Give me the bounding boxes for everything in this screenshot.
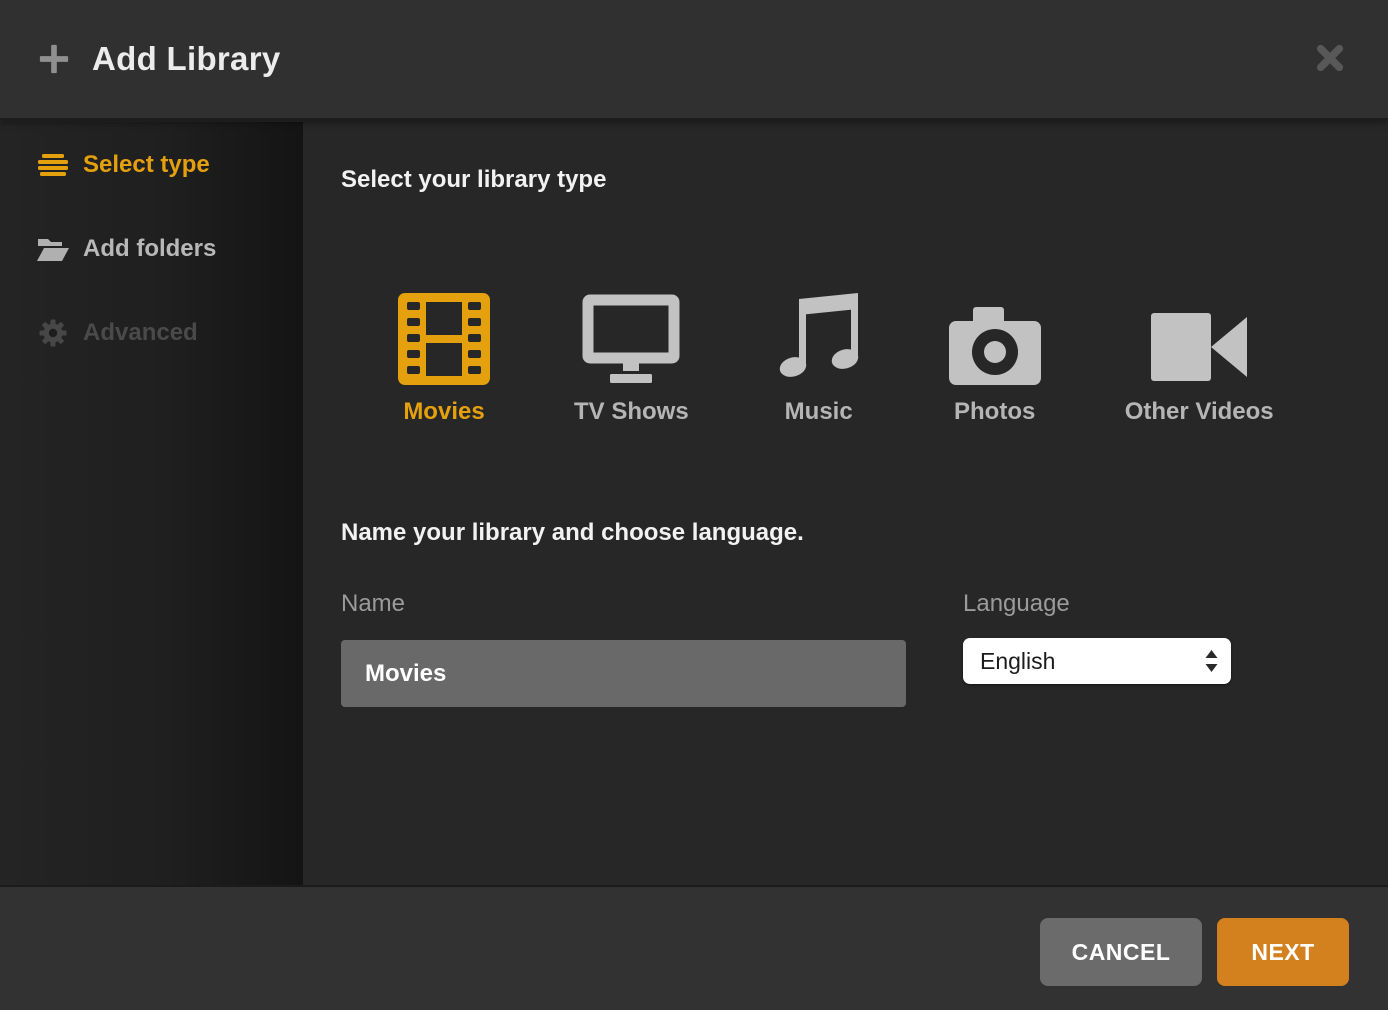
close-icon bbox=[1316, 44, 1344, 75]
list-lines-icon bbox=[36, 154, 70, 176]
tv-icon bbox=[581, 293, 681, 385]
camera-icon bbox=[949, 293, 1041, 385]
wizard-sidebar: Select type Add folders bbox=[0, 122, 303, 885]
language-field-label: Language bbox=[963, 590, 1070, 618]
library-type-movies[interactable]: Movies bbox=[398, 293, 490, 426]
film-strip-icon bbox=[398, 293, 490, 385]
dialog-header: Add Library bbox=[0, 0, 1388, 120]
close-button[interactable] bbox=[1310, 38, 1350, 81]
library-name-input[interactable] bbox=[341, 640, 906, 707]
library-type-row: Movies TV Shows bbox=[398, 293, 1274, 426]
library-type-label: Movies bbox=[403, 398, 484, 426]
next-button[interactable]: NEXT bbox=[1217, 918, 1349, 986]
add-library-dialog: Add Library Select type bbox=[0, 0, 1388, 1010]
language-select-value: English bbox=[980, 648, 1055, 675]
wizard-content: Select your library type bbox=[303, 122, 1388, 885]
library-type-tv-shows[interactable]: TV Shows bbox=[574, 293, 689, 426]
library-type-heading: Select your library type bbox=[341, 166, 606, 194]
library-type-other-videos[interactable]: Other Videos bbox=[1125, 293, 1274, 426]
library-type-music[interactable]: Music bbox=[773, 293, 865, 426]
library-type-label: TV Shows bbox=[574, 398, 689, 426]
open-folder-icon bbox=[36, 236, 70, 262]
language-select[interactable]: English bbox=[963, 638, 1231, 684]
library-type-label: Music bbox=[785, 398, 853, 426]
library-type-photos[interactable]: Photos bbox=[949, 293, 1041, 426]
dialog-footer: CANCEL NEXT bbox=[0, 885, 1388, 1010]
select-arrows-icon bbox=[1205, 649, 1218, 673]
music-note-icon bbox=[773, 293, 865, 385]
cancel-button[interactable]: CANCEL bbox=[1040, 918, 1202, 986]
name-section-heading: Name your library and choose language. bbox=[341, 519, 804, 547]
gear-icon bbox=[36, 318, 70, 348]
sidebar-item-label: Add folders bbox=[83, 235, 216, 263]
sidebar-item-select-type[interactable]: Select type bbox=[0, 136, 303, 194]
sidebar-item-add-folders[interactable]: Add folders bbox=[0, 220, 303, 278]
dialog-title: Add Library bbox=[92, 40, 281, 78]
library-type-label: Other Videos bbox=[1125, 398, 1274, 426]
sidebar-item-advanced: Advanced bbox=[0, 304, 303, 362]
sidebar-item-label: Advanced bbox=[83, 319, 198, 347]
video-camera-icon bbox=[1151, 293, 1247, 385]
sidebar-item-label: Select type bbox=[83, 151, 210, 179]
plus-icon bbox=[38, 43, 70, 75]
name-field-label: Name bbox=[341, 590, 405, 618]
library-type-label: Photos bbox=[954, 398, 1035, 426]
